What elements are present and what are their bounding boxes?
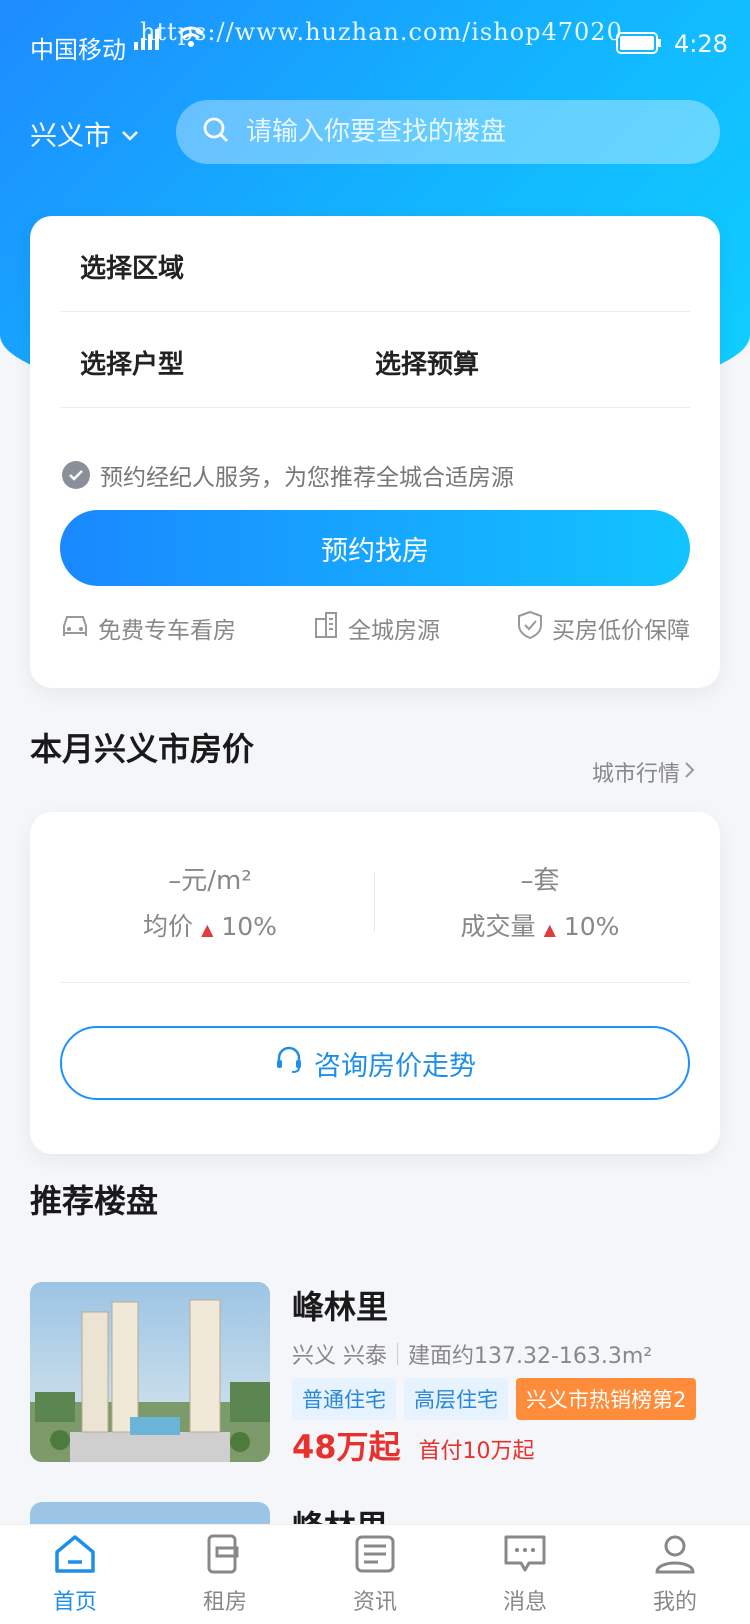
avg-price-change: 10% [221, 912, 277, 941]
tab-label: 首页 [52, 1589, 97, 1615]
car-icon [60, 612, 90, 644]
agent-service-note[interactable]: 预约经纪人服务，为您推荐全城合适房源 [62, 458, 514, 492]
check-icon[interactable] [62, 461, 90, 489]
listing-name: 峰林里 [292, 1502, 388, 1524]
listing-photo [30, 1282, 270, 1462]
shield-icon [516, 610, 544, 646]
chevron-down-icon [121, 118, 139, 149]
listing-card[interactable]: 峰林里 [30, 1502, 720, 1524]
tab-label: 租房 [202, 1589, 247, 1615]
home-icon [53, 1534, 97, 1580]
meta-separator [397, 1343, 398, 1365]
city-name: 兴义市 [30, 121, 111, 152]
avg-price-value: –元/m² [168, 866, 252, 896]
deal-volume-label: 成交量 [460, 912, 536, 941]
profile-icon [653, 1534, 697, 1580]
listing-card[interactable]: 峰林里 兴义 兴泰 建面约137.32-163.3m² 普通住宅 高层住宅 兴义… [30, 1282, 720, 1466]
agent-note-text: 预约经纪人服务，为您推荐全城合适房源 [100, 465, 514, 491]
book-house-button[interactable]: 预约找房 [60, 510, 690, 586]
rank-tag: 兴义市热销榜第2 [516, 1378, 697, 1420]
avg-price-stat: –元/m² 均价 ▲ 10% [60, 860, 360, 943]
select-budget-button[interactable]: 选择预算 [375, 344, 479, 381]
chevron-right-icon [684, 760, 696, 785]
feature-city-listings: 全城房源 [312, 611, 440, 645]
carrier-name: 中国移动 [30, 36, 126, 64]
listing-area: 兴义 兴泰 [292, 1344, 387, 1369]
feature-list: 免费专车看房 全城房源 买房低价保障 [60, 608, 690, 648]
consult-price-trend-button[interactable]: 咨询房价走势 [60, 1026, 690, 1100]
listing-tags: 普通住宅 高层住宅 兴义市热销榜第2 [292, 1378, 697, 1420]
select-region-button[interactable]: 选择区域 [80, 248, 184, 285]
feature-label: 免费专车看房 [98, 618, 236, 644]
listing-name: 峰林里 [292, 1288, 389, 1326]
status-bar: 中国移动 https://www.huzhan.com/ishop47020 4… [0, 0, 750, 88]
listing-photo [30, 1502, 270, 1524]
tab-messages[interactable]: 消息 [465, 1534, 585, 1616]
divider [60, 982, 690, 983]
rent-icon [203, 1534, 247, 1580]
select-layout-button[interactable]: 选择户型 [80, 344, 184, 381]
price-section-title: 本月兴义市房价 [30, 730, 255, 768]
watermark-text: https://www.huzhan.com/ishop47020 [140, 18, 623, 46]
region-row: 选择区域 [60, 216, 690, 312]
price-card: –元/m² 均价 ▲ 10% –套 成交量 ▲ 10% 咨询房价走势 [30, 812, 720, 1154]
avg-price-label: 均价 [143, 912, 194, 941]
clock: 4:28 [674, 30, 728, 58]
up-arrow-icon: ▲ [201, 920, 214, 939]
search-icon [202, 116, 230, 148]
market-link-label: 城市行情 [592, 762, 681, 787]
tab-rent[interactable]: 租房 [165, 1534, 285, 1616]
listing-size: 建面约137.32-163.3m² [408, 1344, 653, 1369]
listing-meta: 兴义 兴泰 建面约137.32-163.3m² [292, 1338, 652, 1370]
feature-label: 全城房源 [348, 618, 440, 644]
search-input[interactable] [246, 117, 706, 147]
consult-button-label: 咨询房价走势 [314, 1050, 476, 1082]
city-selector[interactable]: 兴义市 [30, 114, 139, 153]
battery-icon [616, 32, 662, 60]
deal-volume-stat: –套 成交量 ▲ 10% [390, 860, 690, 943]
layout-budget-row: 选择户型 选择预算 [60, 312, 690, 408]
tab-profile[interactable]: 我的 [615, 1534, 735, 1616]
deal-volume-value: –套 [520, 866, 560, 896]
tab-label: 我的 [652, 1589, 697, 1615]
listing-tag: 高层住宅 [404, 1378, 508, 1420]
search-bar[interactable] [176, 100, 720, 164]
stat-divider [374, 872, 375, 932]
message-icon [503, 1534, 547, 1580]
listing-price-row: 48万起 首付10万起 [292, 1422, 535, 1468]
headset-icon [274, 1045, 304, 1082]
recommend-section-title: 推荐楼盘 [30, 1182, 159, 1220]
bottom-tab-bar: 首页 租房 资讯 消息 我的 [0, 1524, 750, 1624]
feature-low-price: 买房低价保障 [516, 610, 690, 646]
listing-price: 48万起 [292, 1428, 401, 1466]
feature-free-car: 免费专车看房 [60, 611, 236, 645]
deal-volume-change: 10% [563, 912, 620, 941]
tab-home[interactable]: 首页 [15, 1534, 135, 1616]
city-market-link[interactable]: 城市行情 [592, 756, 696, 788]
listing-down-payment: 首付10万起 [418, 1439, 535, 1464]
news-icon [353, 1534, 397, 1580]
feature-label: 买房低价保障 [552, 618, 690, 644]
tab-label: 资讯 [352, 1589, 397, 1615]
up-arrow-icon: ▲ [543, 920, 556, 939]
tab-news[interactable]: 资讯 [315, 1534, 435, 1616]
filter-card: 选择区域 选择户型 选择预算 预约经纪人服务，为您推荐全城合适房源 预约找房 免… [30, 216, 720, 688]
tab-label: 消息 [502, 1589, 547, 1615]
building-icon [312, 611, 340, 645]
listing-tag: 普通住宅 [292, 1378, 396, 1420]
